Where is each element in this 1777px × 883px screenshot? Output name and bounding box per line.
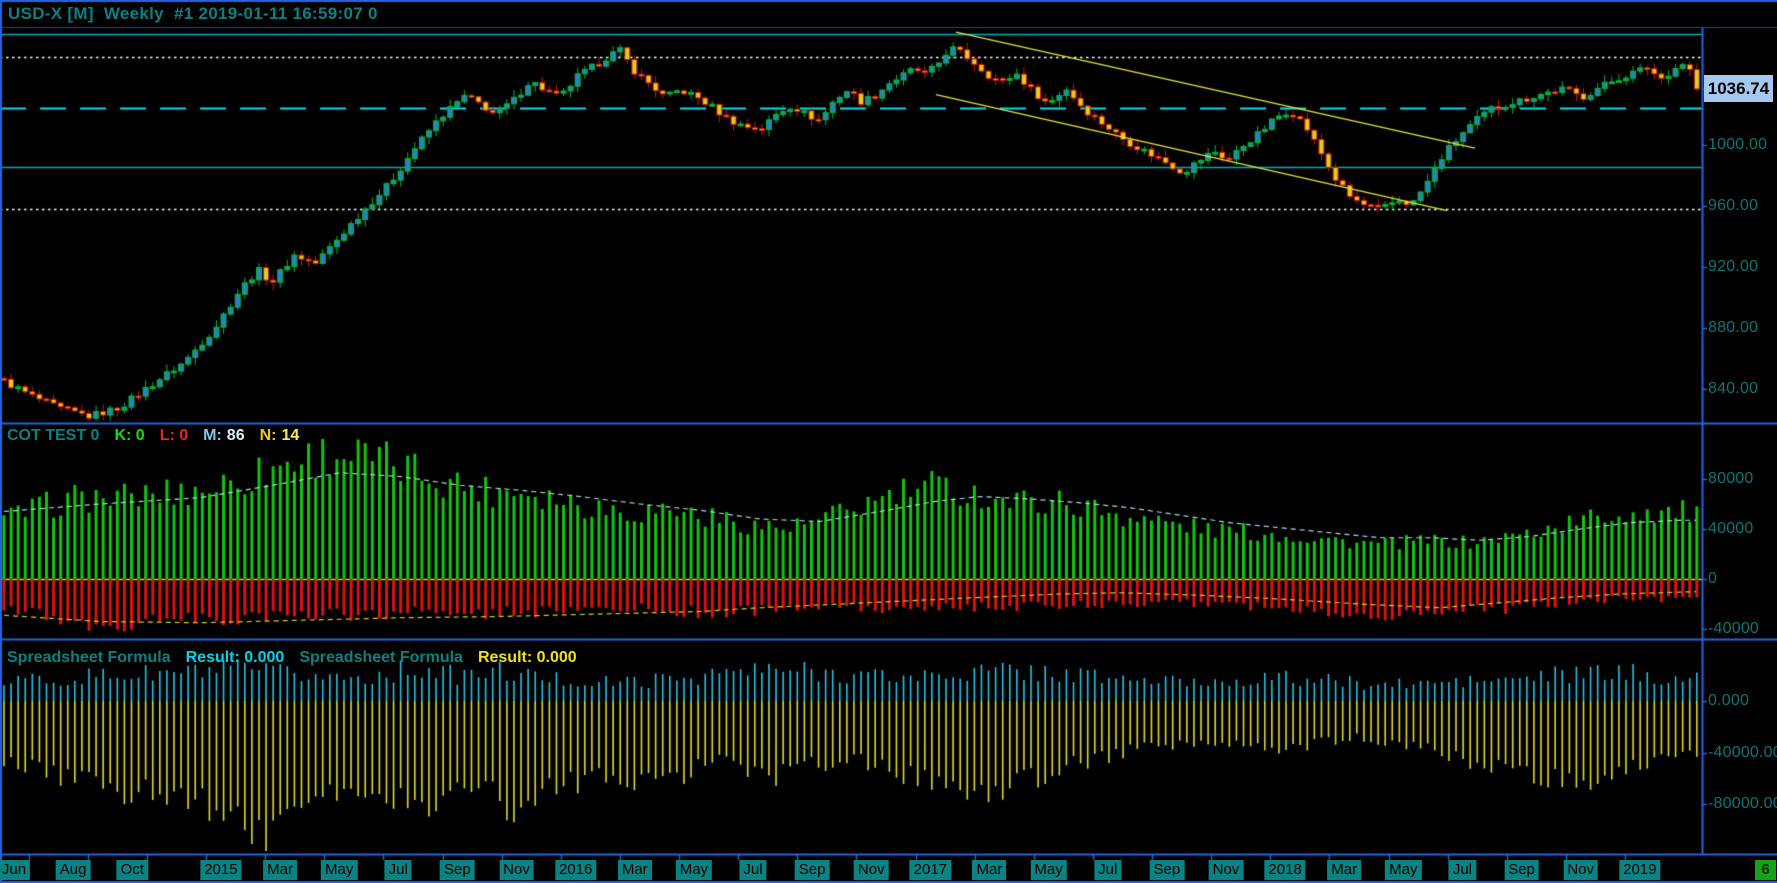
time-axis-label: Nov: [1563, 860, 1599, 880]
time-axis-label: Jul: [1448, 860, 1477, 880]
cot-m-value: 86: [226, 427, 245, 444]
time-axis-label: Sep: [440, 860, 475, 880]
spreadsheet-result-2: Result: 0.000: [477, 649, 577, 666]
axis-tick-label: 920.00: [1708, 258, 1759, 275]
axis-tick-label: 0.000: [1708, 692, 1750, 709]
cot-k-value: K: 0: [114, 427, 145, 444]
time-axis-label: Aug: [55, 860, 91, 880]
time-axis-label: May: [1030, 860, 1067, 880]
axis-tick-label: 80000: [1708, 470, 1754, 487]
time-axis-label: Sep: [1149, 860, 1185, 880]
axis-tick-label: 40000: [1708, 520, 1754, 537]
axis-tick-label: 880.00: [1708, 319, 1759, 336]
last-price-box: 1036.74: [1704, 75, 1773, 102]
time-axis-label: Nov: [853, 860, 889, 880]
time-axis-label: Jul: [384, 860, 412, 880]
cot-n-label: N:: [259, 427, 277, 444]
time-axis-label: 2019: [1619, 860, 1661, 880]
time-axis-label: Nov: [499, 860, 534, 880]
time-axis-label: Sep: [1504, 860, 1539, 880]
time-axis-label: May: [1385, 860, 1422, 880]
spreadsheet-name-2: Spreadsheet Formula: [299, 649, 463, 666]
time-axis-label: 2018: [1264, 860, 1306, 880]
cot-n-value: 14: [281, 427, 300, 444]
chart-window: USD-X [M] Weekly #1 2019-01-11 16:59:07 …: [0, 0, 1777, 883]
time-axis-label: Mar: [617, 860, 652, 880]
time-axis-label: Mar: [972, 860, 1007, 880]
cot-study-label-row: COT TEST 0 K: 0 L: 0 M: 86 N: 14: [7, 427, 299, 445]
time-axis-label: 2015: [200, 860, 242, 880]
time-axis-label: May: [675, 860, 713, 880]
axis-tick-label: -40000.000: [1708, 743, 1777, 761]
axis-tick-label: -40000: [1708, 620, 1760, 637]
axis-tick-label: 0: [1708, 570, 1718, 587]
time-axis-label: Nov: [1208, 860, 1244, 880]
cot-m-label: M:: [203, 427, 222, 444]
spreadsheet-study-label-row: Spreadsheet Formula Result: 0.000 Spread…: [7, 649, 577, 667]
bar-count-box: 6: [1755, 860, 1776, 880]
chart-title: USD-X [M] Weekly #1 2019-01-11 16:59:07 …: [8, 4, 378, 23]
cot-l-value: L: 0: [159, 427, 189, 444]
spreadsheet-name-1: Spreadsheet Formula: [7, 649, 171, 666]
time-axis-label: Mar: [1327, 860, 1362, 880]
time-axis-label: Jul: [1094, 860, 1122, 880]
time-axis-label: Oct: [116, 860, 148, 880]
axis-tick-label: 840.00: [1708, 380, 1759, 397]
time-axis-label: Sep: [794, 860, 830, 880]
axis-tick-label: 1000.00: [1708, 136, 1768, 153]
axis-tick-label: 960.00: [1708, 197, 1759, 214]
time-axis-label: Jul: [739, 860, 767, 880]
spreadsheet-result-1: Result: 0.000: [185, 649, 285, 666]
time-axis-label: 2016: [554, 860, 597, 880]
time-axis-label: Mar: [263, 860, 297, 880]
cot-study-name: COT TEST 0: [7, 427, 100, 444]
time-axis-label: May: [320, 860, 358, 880]
time-axis-label: Jun: [0, 860, 31, 880]
time-axis-label: 2017: [909, 860, 952, 880]
axis-tick-label: -80000.000: [1708, 795, 1777, 813]
